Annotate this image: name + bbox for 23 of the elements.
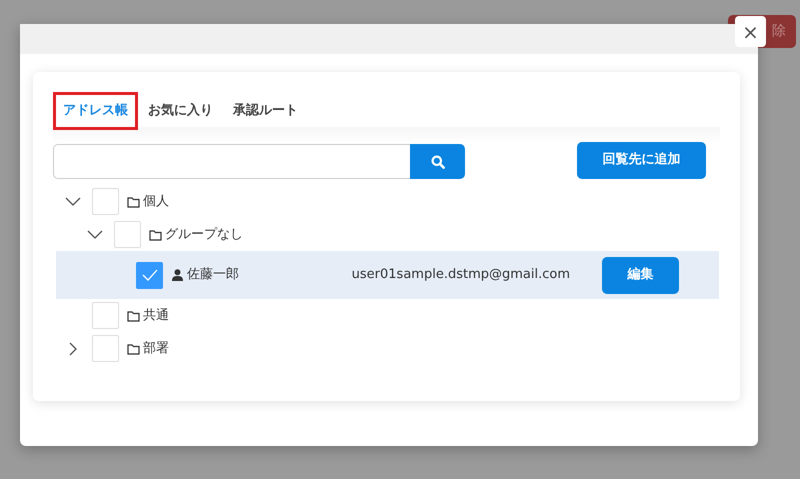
folder-name: グループなし (165, 226, 243, 244)
selected-row[interactable]: 佐藤一郎 user01sample.dstmp@gmail.com 編集 (56, 251, 719, 299)
folder-icon (127, 196, 140, 208)
tab[interactable]: 承認ルート (223, 92, 308, 130)
folder-icon (149, 228, 162, 240)
search-button[interactable] (410, 144, 465, 179)
checkbox[interactable] (136, 262, 163, 288)
search-field[interactable] (53, 144, 410, 179)
check-icon (140, 268, 158, 282)
edit-button[interactable]: 編集 (602, 256, 679, 294)
person-icon (171, 269, 184, 281)
search-icon (430, 154, 444, 168)
add-recipient-button[interactable]: 回覧先に追加 (577, 142, 706, 178)
folder-icon (127, 310, 140, 322)
tab[interactable]: お気に入り (138, 92, 223, 130)
folder-name: 個人 (143, 192, 169, 211)
folder-name: 共通 (143, 306, 169, 325)
folder-icon (127, 342, 140, 354)
folder-name: 部署 (143, 340, 169, 358)
tab[interactable]: アドレス帳 (53, 92, 138, 130)
contact-name: 佐藤一郎 (187, 266, 239, 284)
email-text: user01sample.dstmp@gmail.com (352, 266, 570, 284)
close-button[interactable]: × (735, 16, 766, 47)
